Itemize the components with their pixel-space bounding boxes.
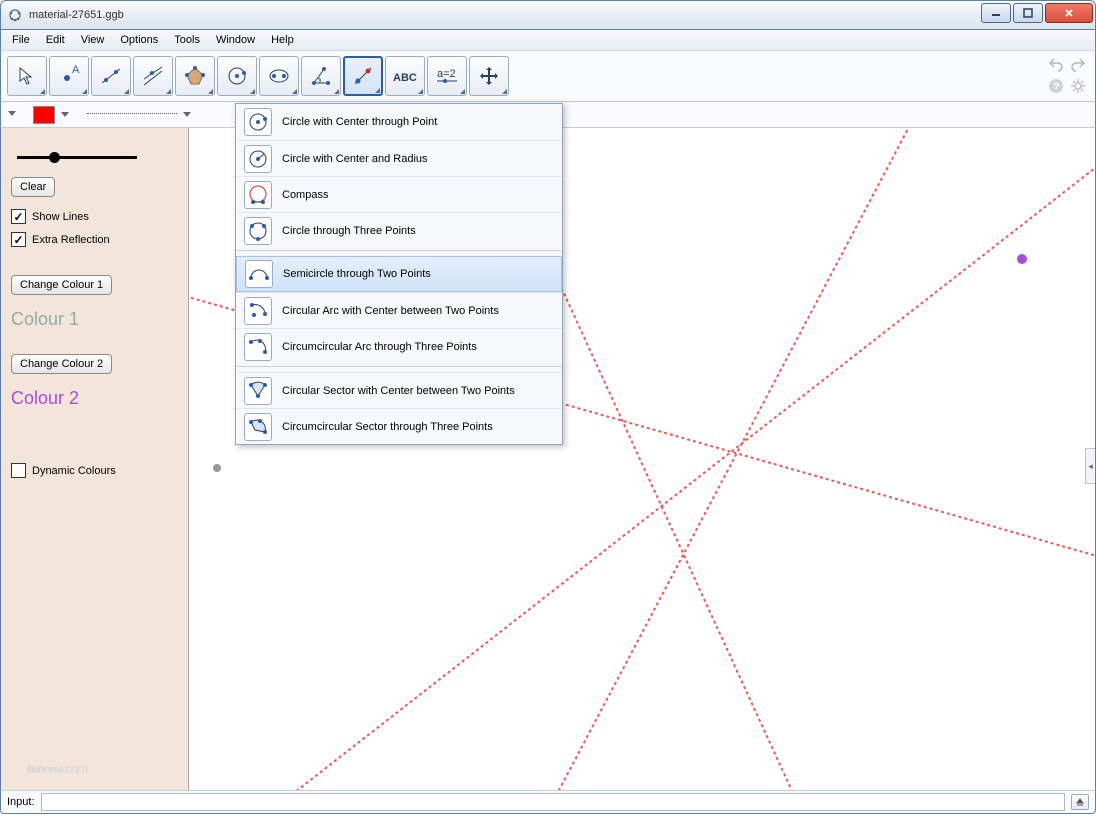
svg-text:a=2: a=2	[437, 68, 456, 80]
right-panel-toggle[interactable]: ◂	[1085, 448, 1095, 484]
svg-text:A: A	[72, 65, 80, 76]
dd-circumcircular-arc[interactable]: Circumcircular Arc through Three Points	[236, 328, 562, 364]
input-bar: Input:	[0, 790, 1096, 814]
dd-label: Circumcircular Sector through Three Poin…	[282, 421, 493, 433]
line-style-picker[interactable]	[87, 113, 177, 119]
dd-label: Compass	[282, 189, 328, 201]
slider-control[interactable]	[17, 156, 137, 159]
dynamic-colours-label: Dynamic Colours	[32, 465, 116, 477]
point-marker-grey[interactable]	[213, 464, 221, 472]
main-toolbar: A ABC a=2 ?	[0, 50, 1096, 102]
dd-label: Circle through Three Points	[282, 225, 416, 237]
menu-edit[interactable]: Edit	[39, 32, 72, 48]
line-style-dropdown-icon[interactable]	[183, 109, 191, 121]
window-titlebar: material-27651.ggb	[0, 0, 1096, 30]
help-icon[interactable]: ?	[1047, 77, 1065, 95]
dd-label: Circle with Center through Point	[282, 116, 437, 128]
dd-semicircle[interactable]: Semicircle through Two Points	[236, 256, 562, 292]
tool-parallel[interactable]	[133, 56, 173, 96]
dd-circular-sector[interactable]: Circular Sector with Center between Two …	[236, 372, 562, 408]
dd-label: Semicircle through Two Points	[283, 268, 431, 280]
tool-slider[interactable]: a=2	[427, 56, 467, 96]
tool-text[interactable]: ABC	[385, 56, 425, 96]
tool-move-view[interactable]	[469, 56, 509, 96]
undo-icon[interactable]	[1047, 55, 1065, 73]
app-icon	[7, 7, 23, 23]
semicircle-icon	[245, 260, 273, 288]
tool-polygon[interactable]	[175, 56, 215, 96]
extra-reflection-checkbox[interactable]	[11, 232, 26, 247]
style-toggle-icon[interactable]	[7, 108, 17, 121]
tool-reflect[interactable]	[343, 56, 383, 96]
window-title: material-27651.ggb	[29, 9, 124, 21]
sidebar-panel: Clear Show Lines Extra Reflection Change…	[1, 128, 189, 790]
maximize-button[interactable]	[1013, 3, 1043, 23]
circle-center-point-icon	[244, 108, 272, 136]
menu-tools[interactable]: Tools	[167, 32, 207, 48]
colour-2-label: Colour 2	[11, 388, 178, 409]
clear-button[interactable]: Clear	[11, 177, 55, 197]
extra-reflection-row[interactable]: Extra Reflection	[11, 232, 178, 247]
circumsector-icon	[244, 413, 272, 441]
menu-window[interactable]: Window	[209, 32, 262, 48]
gear-icon[interactable]	[1069, 77, 1087, 95]
redo-icon[interactable]	[1069, 55, 1087, 73]
circle-tools-dropdown: Circle with Center through Point Circle …	[235, 103, 563, 445]
tool-point[interactable]: A	[49, 56, 89, 96]
dd-circle-three-points[interactable]: Circle through Three Points	[236, 212, 562, 248]
dynamic-colours-row[interactable]: Dynamic Colours	[11, 463, 178, 478]
tool-line[interactable]	[91, 56, 131, 96]
sector-center-icon	[244, 377, 272, 405]
show-lines-label: Show Lines	[32, 211, 89, 223]
circle-3pts-icon	[244, 217, 272, 245]
dd-circular-arc[interactable]: Circular Arc with Center between Two Poi…	[236, 292, 562, 328]
tool-ellipse[interactable]	[259, 56, 299, 96]
menu-view[interactable]: View	[74, 32, 112, 48]
circle-center-radius-icon	[244, 145, 272, 173]
dd-label: Circumcircular Arc through Three Points	[282, 341, 477, 353]
watermark: filehorse.com	[26, 752, 87, 780]
menu-help[interactable]: Help	[264, 32, 301, 48]
dd-circle-center-point[interactable]: Circle with Center through Point	[236, 104, 562, 140]
point-marker-purple[interactable]	[1017, 254, 1027, 264]
color-picker[interactable]	[33, 106, 55, 124]
compass-icon	[244, 181, 272, 209]
svg-text:ABC: ABC	[393, 72, 417, 84]
colour-1-label: Colour 1	[11, 309, 178, 330]
input-history-icon[interactable]	[1071, 794, 1089, 810]
dd-label: Circular Sector with Center between Two …	[282, 385, 515, 397]
dd-separator	[236, 250, 562, 254]
dd-separator	[236, 366, 562, 370]
dd-compass[interactable]: Compass	[236, 176, 562, 212]
svg-text:?: ?	[1053, 81, 1060, 93]
menu-options[interactable]: Options	[113, 32, 165, 48]
color-dropdown-icon[interactable]	[61, 109, 69, 121]
tool-circle[interactable]	[217, 56, 257, 96]
close-button[interactable]	[1045, 3, 1093, 23]
dd-label: Circle with Center and Radius	[282, 153, 428, 165]
show-lines-checkbox[interactable]	[11, 209, 26, 224]
circumarc-icon	[244, 333, 272, 361]
dynamic-colours-checkbox[interactable]	[11, 463, 26, 478]
arc-center-icon	[244, 297, 272, 325]
dd-circle-center-radius[interactable]: Circle with Center and Radius	[236, 140, 562, 176]
input-label: Input:	[7, 796, 35, 808]
change-colour-1-button[interactable]: Change Colour 1	[11, 275, 112, 295]
menu-file[interactable]: File	[5, 32, 37, 48]
window-buttons	[979, 3, 1093, 23]
dd-circumcircular-sector[interactable]: Circumcircular Sector through Three Poin…	[236, 408, 562, 444]
minimize-button[interactable]	[981, 3, 1011, 23]
change-colour-2-button[interactable]: Change Colour 2	[11, 354, 112, 374]
toolbar-right-icons: ?	[1047, 55, 1087, 95]
tool-move[interactable]	[7, 56, 47, 96]
menubar: File Edit View Options Tools Window Help	[0, 30, 1096, 50]
input-field[interactable]	[41, 793, 1065, 811]
tool-angle[interactable]	[301, 56, 341, 96]
extra-reflection-label: Extra Reflection	[32, 234, 110, 246]
show-lines-row[interactable]: Show Lines	[11, 209, 178, 224]
dd-label: Circular Arc with Center between Two Poi…	[282, 305, 499, 317]
